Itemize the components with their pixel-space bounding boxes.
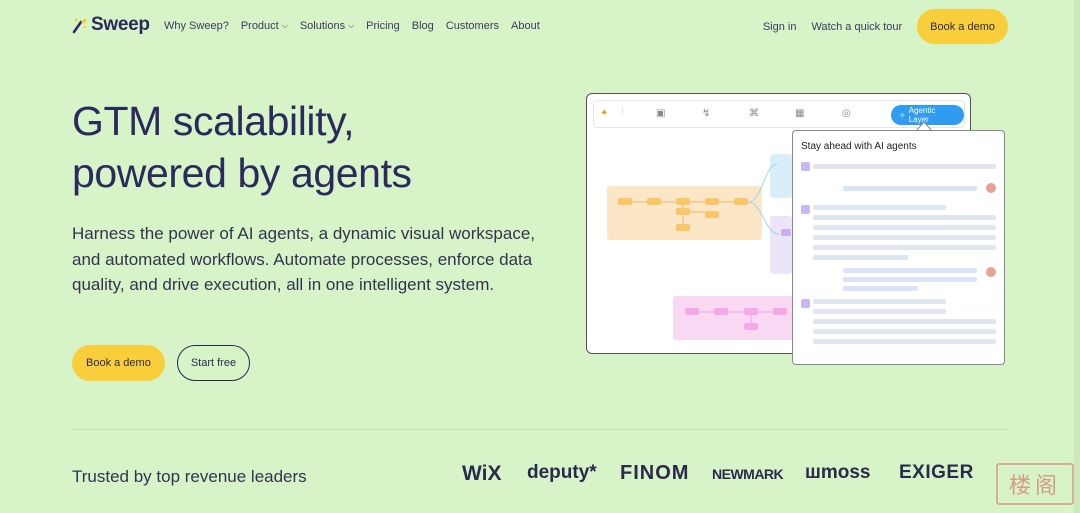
message-line bbox=[843, 277, 977, 282]
top-nav: Sweep Why Sweep? Product ⌵ Solutions ⌵ Pri… bbox=[0, 0, 1080, 52]
nav-link-pricing[interactable]: Pricing bbox=[366, 20, 400, 32]
nav-link-label: Product bbox=[240, 20, 279, 32]
nav-actions: Sign in Watch a quick tour Book a demo bbox=[763, 9, 1008, 44]
nav-link-why-sweep[interactable]: Why Sweep? bbox=[164, 20, 229, 32]
nav-link-label: Solutions bbox=[299, 20, 346, 32]
watermark-stamp: 楼阁 bbox=[996, 463, 1074, 505]
trusted-heading: Trusted by top revenue leaders bbox=[72, 467, 307, 486]
message-line bbox=[813, 235, 996, 240]
bot-avatar bbox=[801, 299, 810, 308]
sign-in-link[interactable]: Sign in bbox=[763, 21, 797, 33]
nav-link-blog[interactable]: Blog bbox=[412, 20, 434, 32]
bot-avatar bbox=[801, 162, 810, 171]
nav-link-customers[interactable]: Customers bbox=[446, 20, 499, 32]
message-line bbox=[813, 339, 996, 344]
message-line bbox=[813, 329, 996, 334]
nav-link-label: Customers bbox=[445, 20, 499, 32]
nav-link-product[interactable]: Product ⌵ bbox=[241, 20, 288, 32]
hero-title-line2: powered by agents bbox=[72, 150, 412, 196]
panel-title: Stay ahead with AI agents bbox=[801, 141, 917, 152]
message-line bbox=[813, 255, 908, 260]
finom-logo: FINOM bbox=[620, 462, 690, 484]
chevron-down-icon: ⌵ bbox=[281, 21, 288, 30]
message-line bbox=[843, 286, 918, 291]
moss-logo-text: moss bbox=[820, 462, 871, 483]
ai-agents-panel: Stay ahead with AI agents bbox=[792, 130, 1005, 365]
moss-mark-icon: ш bbox=[805, 462, 821, 483]
message-line bbox=[843, 268, 977, 273]
newmark-logo: NEWMARK bbox=[712, 466, 784, 482]
brand-name: Sweep bbox=[91, 14, 150, 35]
nav-link-label: Pricing bbox=[366, 20, 400, 32]
nav-link-label: About bbox=[511, 20, 540, 32]
deputy-logo: deputy* bbox=[527, 462, 597, 483]
hero-title-line1: GTM scalability, bbox=[72, 98, 355, 144]
hero-book-demo-button[interactable]: Book a demo bbox=[72, 345, 165, 381]
nav-link-solutions[interactable]: Solutions ⌵ bbox=[300, 20, 354, 32]
sweep-logo[interactable]: Sweep bbox=[72, 14, 150, 36]
message-line bbox=[813, 164, 996, 169]
page-scrollbar[interactable] bbox=[1074, 0, 1080, 513]
message-line bbox=[813, 245, 996, 250]
chevron-down-icon: ⌵ bbox=[348, 21, 355, 30]
message-line bbox=[843, 186, 977, 191]
message-line bbox=[813, 319, 996, 324]
message-line bbox=[813, 225, 996, 230]
bot-avatar bbox=[801, 205, 810, 214]
user-avatar bbox=[986, 267, 996, 277]
quick-tour-link[interactable]: Watch a quick tour bbox=[811, 21, 902, 33]
hero-subtitle: Harness the power of AI agents, a dynami… bbox=[72, 224, 536, 294]
message-line bbox=[813, 215, 996, 220]
book-demo-button[interactable]: Book a demo bbox=[917, 9, 1008, 44]
sweep-logo-icon bbox=[72, 16, 88, 34]
message-line bbox=[813, 299, 946, 304]
hero-cta-row: Book a demo Start free bbox=[72, 345, 251, 381]
message-line bbox=[813, 309, 946, 314]
nav-link-label: Blog bbox=[411, 20, 434, 32]
wix-logo: WiX bbox=[462, 462, 502, 485]
nav-link-about[interactable]: About bbox=[511, 20, 540, 32]
start-free-button[interactable]: Start free bbox=[176, 345, 251, 381]
nav-link-label: Why Sweep? bbox=[164, 20, 229, 32]
moss-logo: шmoss bbox=[805, 462, 870, 484]
section-divider bbox=[72, 429, 1008, 430]
nav-links: Why Sweep? Product ⌵ Solutions ⌵ Pricing B… bbox=[164, 20, 540, 32]
message-line bbox=[813, 205, 946, 210]
user-avatar bbox=[986, 183, 996, 193]
exiger-logo: EXIGER bbox=[899, 462, 974, 483]
hero-title: GTM scalability, powered by agents bbox=[72, 95, 412, 199]
